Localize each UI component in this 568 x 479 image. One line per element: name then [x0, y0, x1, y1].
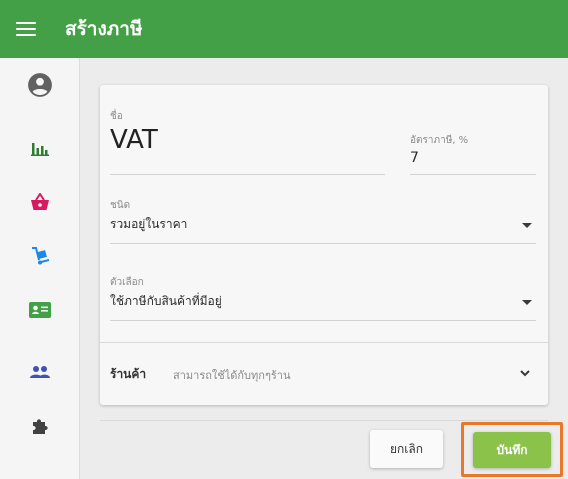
tax-option-underline — [110, 320, 536, 321]
footer-divider — [100, 420, 548, 421]
tax-option-label: ตัวเลือก — [110, 277, 144, 288]
save-button-highlight: บันทึก — [461, 422, 563, 477]
tax-form-card: ชื่อ VAT อัตราภาษี, % 7 ชนิด รวมอยู่ในรา… — [100, 85, 548, 405]
tax-type-underline — [110, 243, 536, 244]
puzzle-piece-icon — [33, 419, 48, 434]
tax-option-value: ใช้ภาษีกับสินค้าที่มีอยู่ — [110, 294, 222, 308]
chevron-down-icon — [522, 300, 532, 305]
tax-type-label: ชนิด — [110, 200, 131, 211]
tax-option-select[interactable]: ตัวเลือก ใช้ภาษีกับสินค้าที่มีอยู่ — [110, 275, 536, 321]
menu-icon[interactable] — [16, 18, 38, 38]
save-button[interactable]: บันทึก — [473, 432, 551, 468]
sidebar-item-account[interactable] — [0, 58, 80, 112]
page-title: สร้างภาษี — [65, 18, 143, 40]
hand-truck-icon — [32, 247, 50, 265]
account-circle-icon — [28, 73, 52, 97]
sidebar-item-sales[interactable] — [0, 175, 80, 229]
sidebar — [0, 58, 80, 479]
tax-rate-input[interactable]: 7 — [410, 150, 419, 166]
store-label: ร้านค้า — [110, 367, 147, 381]
sidebar-item-reports[interactable] — [0, 121, 80, 175]
divider — [100, 342, 548, 343]
people-icon — [30, 366, 50, 378]
shopping-basket-icon — [31, 193, 49, 210]
top-app-bar: สร้างภาษี — [0, 0, 568, 58]
tax-rate-label: อัตราภาษี, % — [410, 135, 469, 146]
tax-name-label: ชื่อ — [110, 111, 123, 122]
store-value: สามารถใช้ได้กับทุกๆร้าน — [173, 369, 291, 382]
sidebar-item-customers[interactable] — [0, 283, 80, 337]
chevron-down-icon[interactable] — [520, 368, 530, 378]
cancel-button[interactable]: ยกเลิก — [370, 430, 443, 468]
tax-rate-underline — [410, 174, 536, 175]
bar-chart-icon — [31, 143, 49, 156]
tax-name-field[interactable]: ชื่อ VAT — [110, 109, 385, 175]
tax-rate-field[interactable]: อัตราภาษี, % 7 — [410, 133, 536, 175]
tax-name-input[interactable]: VAT — [110, 125, 158, 155]
sidebar-item-employees[interactable] — [0, 345, 80, 399]
id-card-icon — [29, 302, 51, 318]
sidebar-item-inventory[interactable] — [0, 229, 80, 283]
tax-type-value: รวมอยู่ในราคา — [110, 217, 188, 231]
tax-name-underline — [110, 174, 385, 175]
sidebar-item-integrations[interactable] — [0, 399, 80, 453]
chevron-down-icon — [522, 223, 532, 228]
tax-type-select[interactable]: ชนิด รวมอยู่ในราคา — [110, 198, 536, 244]
main-content: ชื่อ VAT อัตราภาษี, % 7 ชนิด รวมอยู่ในรา… — [80, 58, 568, 479]
